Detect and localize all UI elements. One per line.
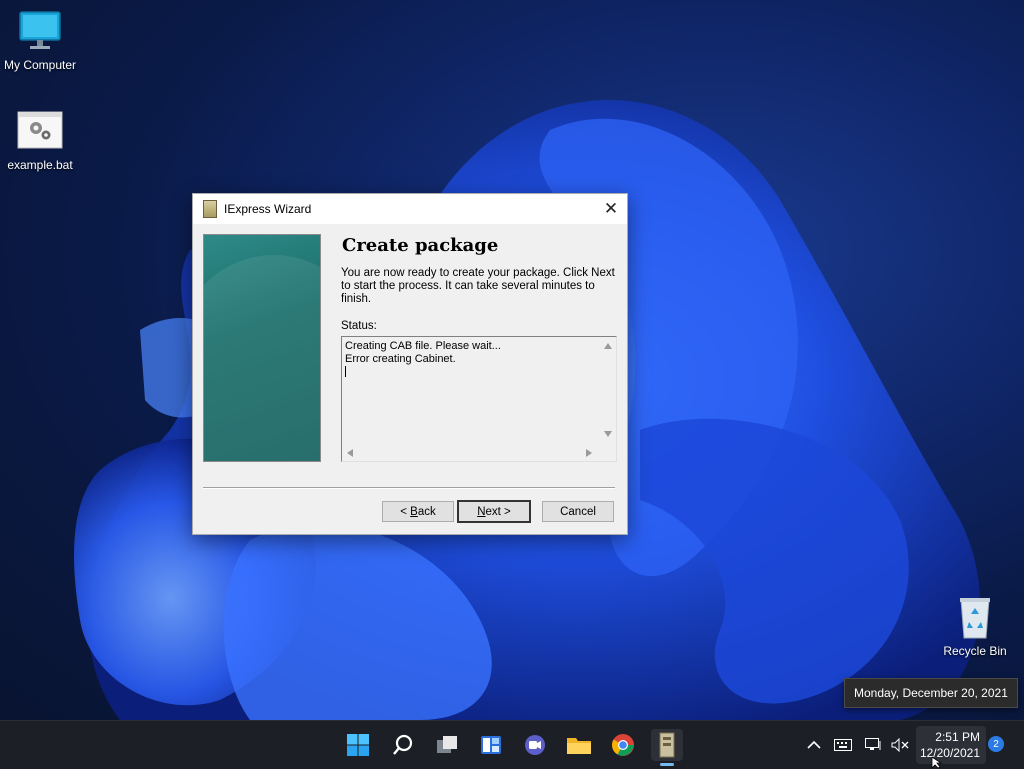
iexpress-wizard-dialog: IExpress Wizard ✕ Create package You are… xyxy=(192,193,628,535)
back-label-rest: ack xyxy=(417,505,436,518)
search-button[interactable] xyxy=(387,729,419,761)
recycle-bin-label: Recycle Bin xyxy=(943,644,1007,658)
widgets-icon xyxy=(481,736,501,754)
iexpress-app-icon xyxy=(203,200,217,218)
status-line: Creating CAB file. Please wait... xyxy=(345,340,501,352)
chrome-button[interactable] xyxy=(607,729,639,761)
side-graphic-swoosh xyxy=(204,255,320,461)
vertical-scrollbar[interactable] xyxy=(600,337,616,445)
status-label: Status: xyxy=(341,320,377,332)
recycle-bin-icon xyxy=(951,596,999,640)
task-view-icon xyxy=(437,736,457,753)
system-clock[interactable]: 2:51 PM 12/20/2021 xyxy=(916,726,986,764)
dialog-title: IExpress Wizard xyxy=(224,202,312,216)
close-icon[interactable]: ✕ xyxy=(595,194,627,224)
task-view-button[interactable] xyxy=(431,729,463,761)
chrome-icon xyxy=(612,734,634,756)
status-text-content: Creating CAB file. Please wait... Error … xyxy=(345,340,501,381)
keyboard-icon[interactable] xyxy=(832,735,854,755)
horizontal-scrollbar[interactable] xyxy=(342,445,600,461)
iexpress-icon xyxy=(659,732,675,758)
iexpress-taskbar-button[interactable] xyxy=(651,729,683,766)
next-label-rest: ext > xyxy=(485,505,511,518)
file-explorer-button[interactable] xyxy=(563,729,595,761)
clock-time: 2:51 PM xyxy=(935,730,980,744)
teams-chat-icon xyxy=(525,735,545,755)
active-indicator xyxy=(660,763,674,766)
scroll-right-arrow-icon[interactable] xyxy=(586,449,592,457)
next-mnemonic: N xyxy=(477,505,486,518)
notification-badge[interactable]: 2 xyxy=(988,736,1004,752)
scroll-left-arrow-icon[interactable] xyxy=(347,449,353,457)
teams-chat-button[interactable] xyxy=(519,729,551,761)
windows-start-icon xyxy=(347,734,369,756)
my-computer-desktop-icon[interactable]: My Computer xyxy=(0,10,80,72)
mouse-pointer-icon xyxy=(931,757,943,768)
volume-muted-icon[interactable] xyxy=(889,735,911,755)
page-description: You are now ready to create your package… xyxy=(341,267,615,305)
next-button[interactable]: Next > xyxy=(457,500,531,523)
widgets-button[interactable] xyxy=(475,729,507,761)
start-button[interactable] xyxy=(342,729,374,761)
clock-date: 12/20/2021 xyxy=(919,746,980,760)
date-tooltip: Monday, December 20, 2021 xyxy=(844,678,1018,708)
back-mnemonic: B xyxy=(410,505,418,518)
example-bat-label: example.bat xyxy=(7,158,73,172)
scroll-down-arrow-icon[interactable] xyxy=(604,431,612,437)
text-caret xyxy=(345,366,501,381)
network-icon[interactable] xyxy=(863,735,885,755)
scroll-up-arrow-icon[interactable] xyxy=(604,343,612,349)
file-explorer-icon xyxy=(567,738,591,754)
status-textbox[interactable]: Creating CAB file. Please wait... Error … xyxy=(341,336,617,462)
batch-file-gear-icon xyxy=(16,110,64,154)
wizard-side-graphic xyxy=(203,234,321,462)
back-button[interactable]: < Back xyxy=(382,501,454,522)
show-hidden-icons-chevron-up-icon[interactable] xyxy=(803,735,825,755)
search-icon xyxy=(393,734,413,755)
page-heading: Create package xyxy=(342,235,499,256)
monitor-icon xyxy=(16,10,64,54)
taskbar: 2:51 PM 12/20/2021 2 xyxy=(0,720,1024,769)
cancel-button[interactable]: Cancel xyxy=(542,501,614,522)
button-divider xyxy=(203,487,615,489)
my-computer-label: My Computer xyxy=(3,58,77,72)
dialog-titlebar[interactable]: IExpress Wizard ✕ xyxy=(193,194,627,224)
recycle-bin-desktop-icon[interactable]: Recycle Bin xyxy=(935,596,1015,658)
status-line: Error creating Cabinet. xyxy=(345,353,456,365)
example-bat-desktop-icon[interactable]: example.bat xyxy=(0,110,80,172)
back-prefix: < xyxy=(400,505,411,518)
